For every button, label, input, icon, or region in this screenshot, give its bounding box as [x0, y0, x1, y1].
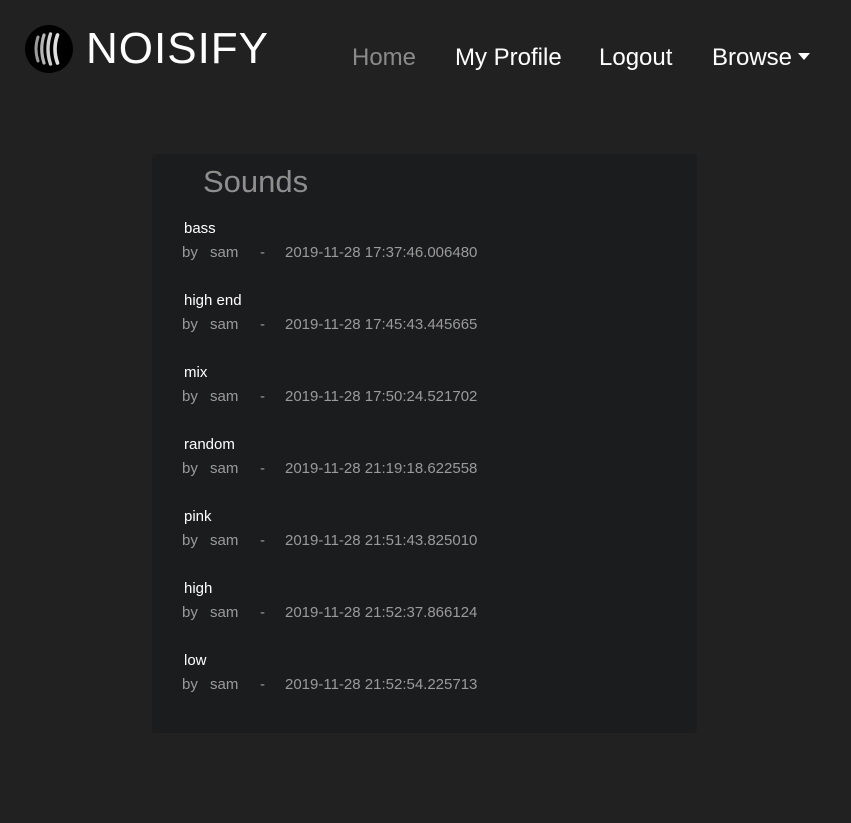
by-label: by — [182, 604, 198, 621]
separator: - — [260, 604, 265, 621]
navbar: NOISIFY Home My Profile Logout Browse — [0, 0, 851, 100]
sound-author: sam — [210, 316, 239, 333]
sound-link[interactable]: random — [184, 436, 235, 454]
separator: - — [260, 532, 265, 549]
sound-waves-icon — [25, 25, 73, 73]
sound-timestamp: 2019-11-28 21:51:43.825010 — [285, 532, 478, 549]
nav-my-profile[interactable]: My Profile — [455, 43, 562, 73]
sound-author: sam — [210, 676, 239, 693]
sound-link[interactable]: low — [184, 652, 207, 670]
nav-logout[interactable]: Logout — [599, 43, 672, 73]
sound-author: sam — [210, 244, 239, 261]
sound-meta: by sam - 2019-11-28 21:52:37.866124 — [182, 604, 477, 622]
sound-author: sam — [210, 388, 239, 405]
sound-link[interactable]: mix — [184, 364, 207, 382]
sound-timestamp: 2019-11-28 17:45:43.445665 — [285, 316, 478, 333]
sounds-card: Sounds bass by sam -2019-11-28 17:37:46.00… — [152, 154, 697, 733]
list-item: high end by sam - 2019-11-28 17:45:43.44566… — [182, 288, 662, 360]
sound-meta: by sam - 2019-11-28 17:37:46.006480 — [182, 244, 477, 262]
sound-timestamp: 2019-11-28 21:19:18.622558 — [285, 460, 478, 477]
by-label: by — [182, 388, 198, 405]
sound-link[interactable]: high end — [184, 292, 242, 310]
list-item: high by sam - 2019-11-28 21:52:37.866124 — [182, 576, 662, 648]
list-item: pink by sam - 2019-11-28 21:51:43.825010 — [182, 504, 662, 576]
sounds-title: Sounds — [203, 164, 309, 199]
separator: - — [260, 460, 265, 477]
list-item: bass by sam - 2019-11-28 17:37:46.006480 — [182, 216, 662, 288]
brand-name: NOISIFY — [86, 24, 270, 73]
caret-down-icon — [798, 53, 811, 61]
sound-link[interactable]: high — [184, 580, 212, 598]
list-item: random by sam - 2019-11-28 21:19:18.622558 — [182, 432, 662, 504]
sound-author: sam — [210, 604, 239, 621]
sound-meta: by sam - 2019-11-28 21:52:54.225713 — [182, 676, 477, 694]
sound-timestamp: 2019-11-28 17:37:46.006480 — [285, 244, 478, 261]
brand-link[interactable]: NOISIFY — [24, 24, 269, 74]
nav-browse-label: Browse — [712, 44, 793, 71]
nav-home[interactable]: Home — [352, 43, 416, 73]
sound-author: sam — [210, 532, 239, 549]
sound-list: bass by sam -2019-11-28 17:37:46.006480 hi… — [182, 216, 662, 720]
by-label: by — [182, 244, 198, 261]
sound-timestamp: 2019-11-28 17:50:24.521702 — [285, 388, 478, 405]
separator: - — [260, 316, 265, 333]
sound-meta: by sam - 2019-11-28 21:19:18.622558 — [182, 460, 477, 478]
sound-timestamp: 2019-11-28 21:52:37.866124 — [285, 604, 478, 621]
by-label: by — [182, 316, 198, 333]
separator: - — [260, 244, 265, 261]
by-label: by — [182, 676, 198, 693]
separator: - — [260, 676, 265, 693]
sound-meta: by sam - 2019-11-28 17:50:24.521702 — [182, 388, 477, 406]
list-item: low by sam - 2019-11-28 21:52:54.225713 — [182, 648, 662, 720]
sound-author: sam — [210, 460, 239, 477]
by-label: by — [182, 532, 198, 549]
list-item: mix by sam - 2019-11-28 17:50:24.521702 — [182, 360, 662, 432]
nav-browse-dropdown[interactable]: Browse — [712, 43, 811, 73]
by-label: by — [182, 460, 198, 477]
sound-link[interactable]: pink — [184, 508, 212, 526]
sound-meta: by sam - 2019-11-28 17:45:43.445665 — [182, 316, 477, 334]
sound-meta: by sam - 2019-11-28 21:51:43.825010 — [182, 532, 477, 550]
sound-timestamp: 2019-11-28 21:52:54.225713 — [285, 676, 478, 693]
sound-link[interactable]: bass — [184, 220, 216, 238]
separator: - — [260, 388, 265, 405]
